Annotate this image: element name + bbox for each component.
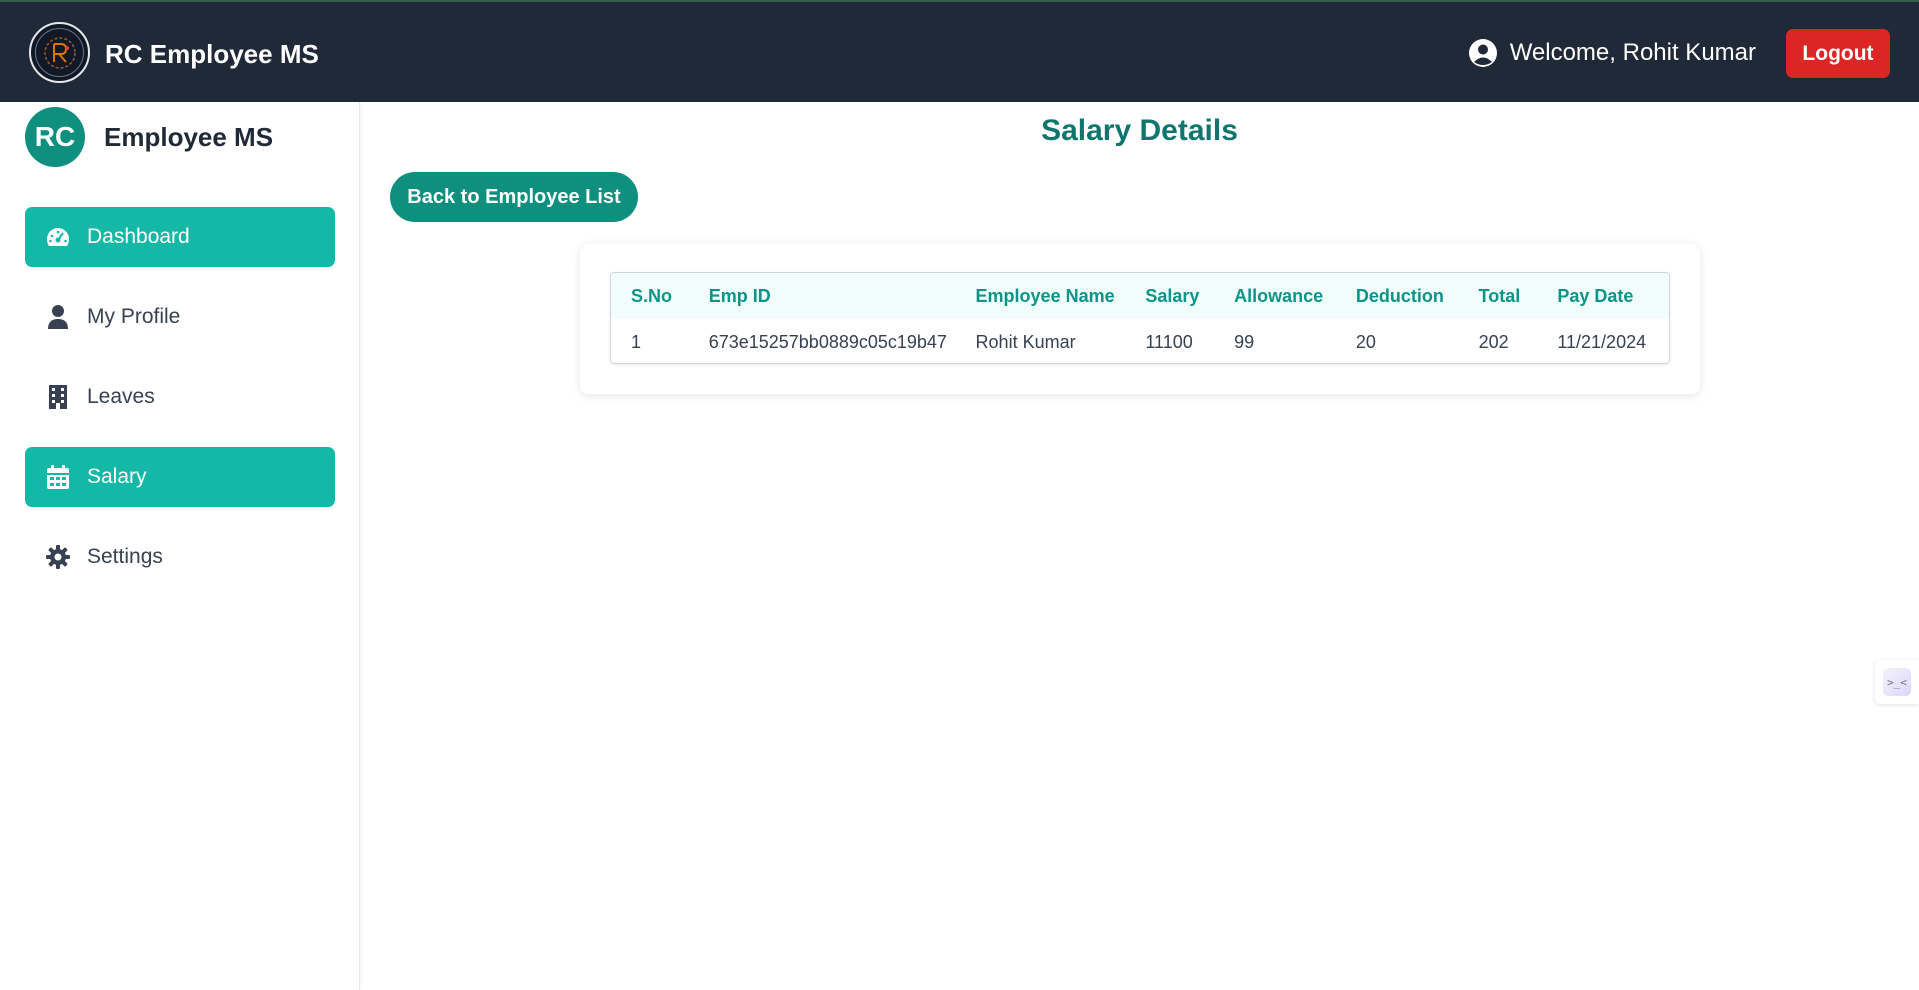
user-icon — [45, 304, 71, 330]
column-header: S.No — [631, 285, 673, 306]
table-cell: 1 — [631, 331, 642, 352]
sidebar-item-label: Salary — [87, 465, 147, 488]
welcome-user: Welcome, Rohit Kumar — [1468, 38, 1756, 68]
sidebar-brand-title: Employee MS — [104, 121, 274, 152]
logo-emblem — [35, 28, 84, 77]
welcome-text: Welcome, Rohit Kumar — [1509, 39, 1756, 66]
column-header: Pay Date — [1557, 285, 1634, 306]
column-header: Salary — [1145, 285, 1200, 306]
table-cell: Rohit Kumar — [975, 331, 1076, 352]
back-to-employee-list-button[interactable]: Back to Employee List — [390, 172, 638, 222]
brand-title: RC Employee MS — [105, 39, 319, 69]
table-cell: 202 — [1478, 331, 1509, 352]
column-header: Employee Name — [975, 285, 1115, 306]
avatar: RC — [25, 107, 85, 167]
table-row: 1 673e15257bb0889c05c19b47 Rohit Kumar 1… — [611, 319, 1669, 363]
sidebar-item-salary[interactable]: Salary — [25, 447, 335, 507]
top-navbar: RC Employee MS Welcome, Rohit Kumar Logo… — [0, 0, 1919, 102]
table-cell: 11100 — [1145, 331, 1193, 352]
logo-mark-icon — [43, 36, 76, 69]
table-cell: 99 — [1234, 331, 1255, 352]
sidebar-item-label: Leaves — [87, 385, 155, 408]
sidebar-brand: RC Employee MS — [25, 107, 273, 167]
floating-helper-tab[interactable]: >_< — [1875, 660, 1919, 704]
calendar-icon — [45, 464, 71, 490]
table-cell: 20 — [1355, 331, 1376, 352]
table-header-row: S.No Emp ID Employee Name Salary Allowan… — [611, 273, 1669, 319]
sidebar-item-label: Dashboard — [87, 225, 190, 248]
building-icon — [45, 384, 71, 410]
sidebar-item-label: Settings — [87, 545, 163, 568]
brand-logo[interactable] — [29, 22, 90, 83]
sidebar-item-dashboard[interactable]: Dashboard — [25, 207, 335, 267]
salary-table-container: S.No Emp ID Employee Name Salary Allowan… — [610, 272, 1670, 364]
sidebar-item-leaves[interactable]: Leaves — [25, 367, 335, 427]
user-circle-icon — [1468, 39, 1497, 67]
table-cell: 673e15257bb0889c05c19b47 — [708, 331, 947, 352]
column-header: Emp ID — [708, 285, 771, 306]
salary-card: S.No Emp ID Employee Name Salary Allowan… — [580, 244, 1700, 394]
column-header: Total — [1478, 285, 1521, 306]
table-cell: 11/21/2024 — [1557, 331, 1647, 352]
sidebar-item-settings[interactable]: Settings — [25, 527, 335, 587]
gear-icon — [45, 544, 71, 570]
page-title: Salary Details — [1041, 114, 1238, 147]
salary-table: S.No Emp ID Employee Name Salary Allowan… — [611, 273, 1669, 363]
sidebar: RC Employee MS Dashboard My Profile Leav… — [0, 102, 360, 990]
gauge-icon — [45, 224, 71, 250]
column-header: Deduction — [1355, 285, 1444, 306]
logout-button[interactable]: Logout — [1786, 29, 1890, 78]
helper-widget-icon: >_< — [1883, 668, 1911, 696]
sidebar-item-label: My Profile — [87, 305, 181, 328]
column-header: Allowance — [1234, 285, 1324, 306]
sidebar-item-my-profile[interactable]: My Profile — [25, 287, 335, 347]
